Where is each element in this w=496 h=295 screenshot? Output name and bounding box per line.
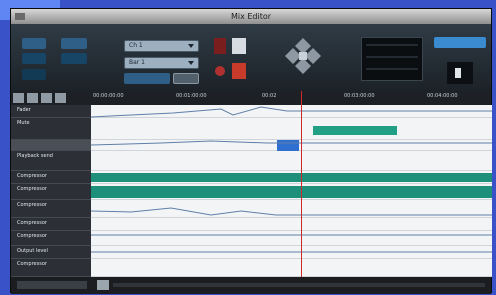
timeline-tick: 00:03:00:00 bbox=[344, 93, 375, 99]
status-field bbox=[17, 281, 87, 289]
toolbar-button-5[interactable] bbox=[22, 69, 46, 80]
center-button-icon[interactable] bbox=[299, 52, 307, 60]
track-label[interactable]: Compressor bbox=[11, 259, 91, 277]
scissors-icon[interactable] bbox=[214, 38, 226, 54]
track-label[interactable]: Playback send bbox=[11, 151, 91, 171]
horizontal-scrollbar[interactable] bbox=[113, 283, 485, 287]
track-lanes[interactable] bbox=[91, 105, 492, 277]
arrow-down-icon[interactable] bbox=[295, 58, 311, 74]
pencil-icon[interactable] bbox=[232, 63, 246, 79]
status-bar bbox=[11, 277, 491, 294]
nav-back-icon[interactable] bbox=[41, 93, 52, 103]
hand-icon[interactable] bbox=[232, 38, 246, 54]
bar-select[interactable]: Bar 1 bbox=[124, 57, 199, 69]
playhead[interactable] bbox=[301, 91, 302, 277]
arrow-left-icon[interactable] bbox=[285, 48, 301, 64]
small-button[interactable] bbox=[173, 73, 199, 84]
channel-select-value: Ch 1 bbox=[129, 42, 143, 49]
time-readout bbox=[361, 37, 423, 81]
toolbar-button-1[interactable] bbox=[22, 38, 46, 49]
track-label[interactable]: Fader bbox=[11, 105, 91, 118]
timeline-tick: 00:02 bbox=[262, 93, 277, 99]
nav-forward-icon[interactable] bbox=[55, 93, 66, 103]
bar-select-value: Bar 1 bbox=[129, 59, 145, 66]
channel-select[interactable]: Ch 1 bbox=[124, 40, 199, 52]
track-label[interactable]: Mute bbox=[11, 118, 91, 140]
arrow-right-icon[interactable] bbox=[305, 48, 321, 64]
toolbar: Ch 1 Bar 1 bbox=[11, 24, 491, 91]
window-title: Mix Editor bbox=[230, 12, 272, 21]
track-label[interactable]: Output level bbox=[11, 246, 91, 259]
timeline-tick: 00:01:00:00 bbox=[176, 93, 207, 99]
nav-down-icon[interactable] bbox=[27, 93, 38, 103]
meter-icon bbox=[455, 68, 461, 78]
automation-line bbox=[91, 140, 492, 146]
mode-button[interactable] bbox=[124, 73, 170, 84]
track-label[interactable]: Compressor bbox=[11, 200, 91, 218]
track-label[interactable] bbox=[11, 140, 91, 151]
track-label[interactable]: Compressor bbox=[11, 184, 91, 200]
track-label[interactable]: Compressor bbox=[11, 231, 91, 246]
mix-editor-window: Mix Editor Ch 1 Bar 1 00:00:00:00 00:01:… bbox=[10, 8, 492, 294]
title-bar: Mix Editor bbox=[11, 9, 491, 24]
toolbar-button-2[interactable] bbox=[61, 38, 87, 49]
automation-line bbox=[91, 207, 492, 216]
meter-area bbox=[447, 62, 473, 84]
nav-up-icon[interactable] bbox=[13, 93, 24, 103]
tool-icons bbox=[214, 38, 246, 79]
arrow-up-icon[interactable] bbox=[295, 38, 311, 54]
toolbar-button-3[interactable] bbox=[22, 53, 46, 64]
top-right-button[interactable] bbox=[434, 37, 486, 48]
track-label[interactable]: Compressor bbox=[11, 171, 91, 184]
automation-curves bbox=[91, 106, 492, 253]
toolbar-button-4[interactable] bbox=[61, 53, 87, 64]
automation-line bbox=[91, 106, 492, 118]
window-controls[interactable] bbox=[15, 13, 25, 20]
track-label-column: Fader Mute Playback send Compressor Comp… bbox=[11, 105, 91, 277]
timeline-tick: 00:04:00:00 bbox=[427, 93, 458, 99]
zoom-icon[interactable] bbox=[97, 280, 109, 290]
chevron-down-icon bbox=[188, 44, 194, 48]
direction-pad[interactable] bbox=[283, 36, 323, 76]
chevron-down-icon bbox=[188, 61, 194, 65]
timeline-tick: 00:00:00:00 bbox=[93, 93, 124, 99]
track-label[interactable]: Compressor bbox=[11, 218, 91, 231]
navigation-bar: 00:00:00:00 00:01:00:00 00:02 00:03:00:0… bbox=[11, 91, 491, 105]
record-icon[interactable] bbox=[215, 66, 225, 76]
